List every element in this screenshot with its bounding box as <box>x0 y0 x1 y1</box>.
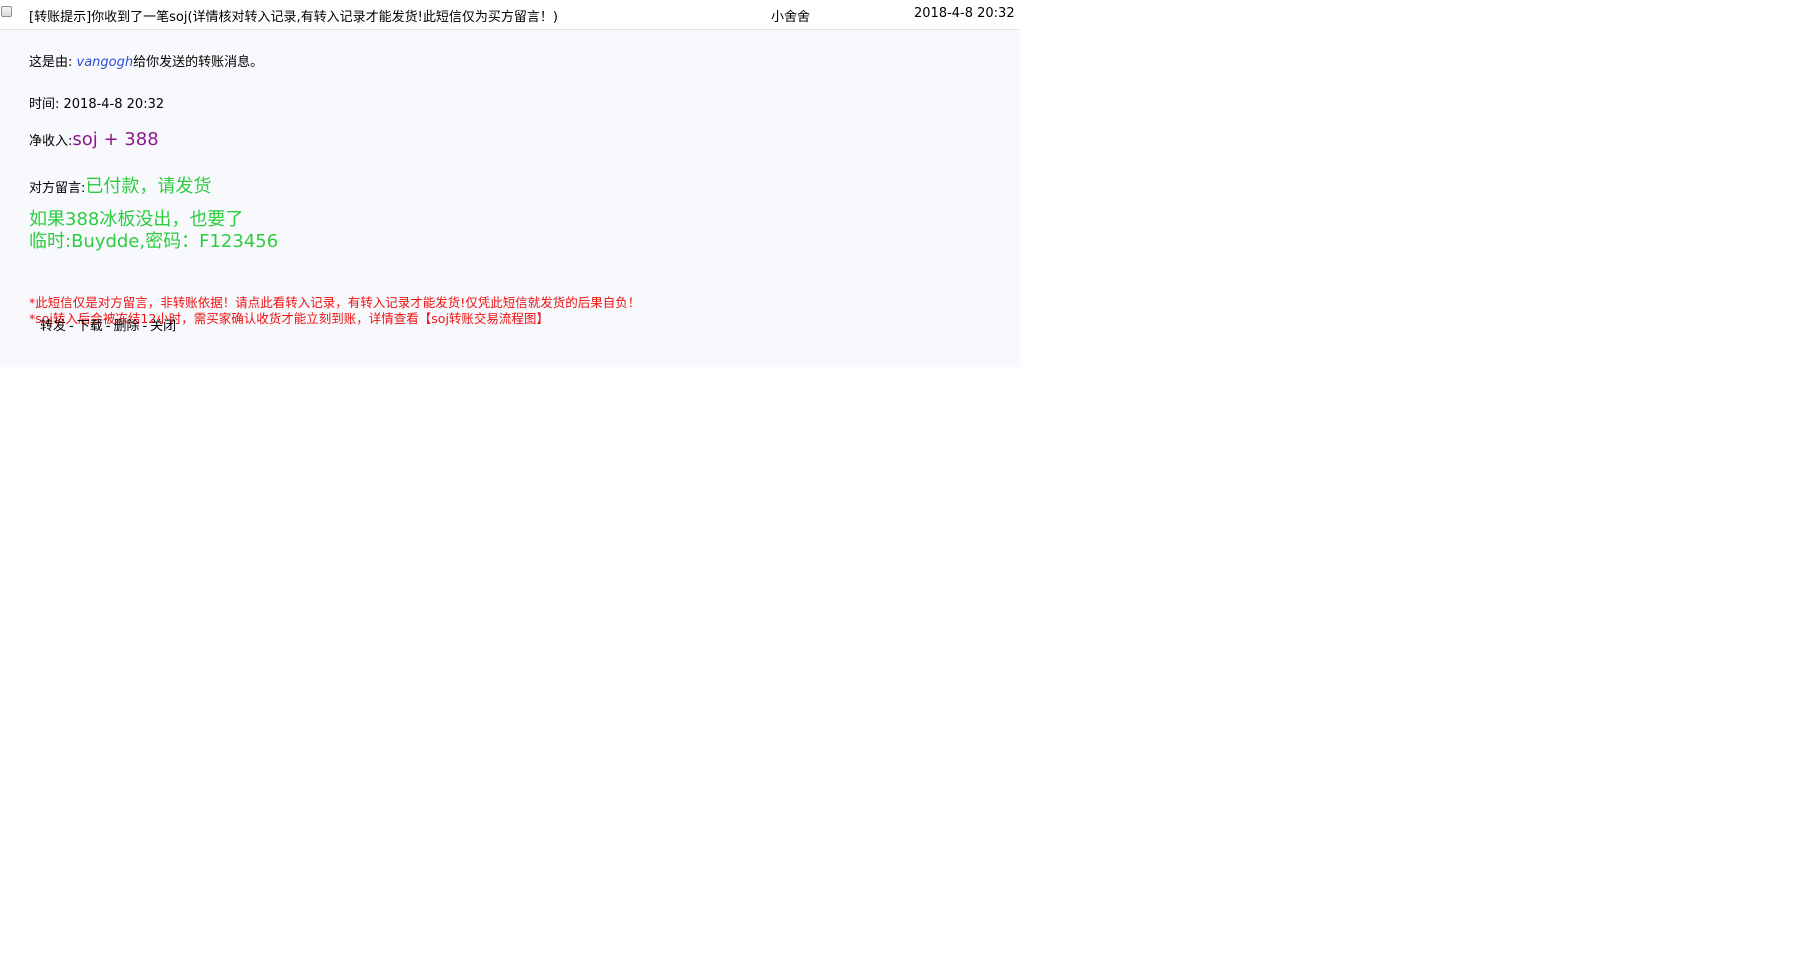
close-link[interactable]: 关闭 <box>150 319 176 334</box>
delete-link[interactable]: 删除 <box>113 319 139 334</box>
message-date: 2018-4-8 20:32 <box>914 6 1015 21</box>
message-header-row[interactable]: [转账提示]你收到了一笔soj(详情核对转入记录,有转入记录才能发货!此短信仅为… <box>0 0 1020 30</box>
forward-link[interactable]: 转发 <box>40 319 66 334</box>
note-line: 对方留言:已付款，请发货 <box>29 172 211 198</box>
income-label: 净收入: <box>29 134 73 149</box>
from-suffix: 给你发送的转账消息。 <box>133 55 264 70</box>
message-subject[interactable]: [转账提示]你收到了一笔soj(详情核对转入记录,有转入记录才能发货!此短信仅为… <box>29 6 558 25</box>
action-separator: - <box>105 319 111 334</box>
from-prefix: 这是由: <box>29 55 77 70</box>
income-value: soj + 388 <box>72 129 159 150</box>
action-separator: - <box>142 319 148 334</box>
time-label: 时间: <box>29 97 64 112</box>
note-line-1: 已付款，请发货 <box>85 176 212 197</box>
from-line: 这是由: vangogh给你发送的转账消息。 <box>29 51 263 70</box>
note-line-3: 临时:Buydde,密码：F123456 <box>29 231 279 252</box>
time-line: 时间: 2018-4-8 20:32 <box>29 93 164 112</box>
from-user-link[interactable]: vangogh <box>77 55 134 70</box>
download-link[interactable]: 下载 <box>77 319 103 334</box>
note-label: 对方留言: <box>29 181 86 196</box>
action-separator: - <box>69 319 74 334</box>
time-value: 2018-4-8 20:32 <box>63 97 165 112</box>
message-sender: 小舍舍 <box>771 10 811 25</box>
income-line: 净收入:soj + 388 <box>29 129 159 150</box>
message-actions: 转发 - 下载 - 删除 - 关闭 <box>40 315 176 334</box>
select-message-checkbox[interactable] <box>1 6 12 17</box>
